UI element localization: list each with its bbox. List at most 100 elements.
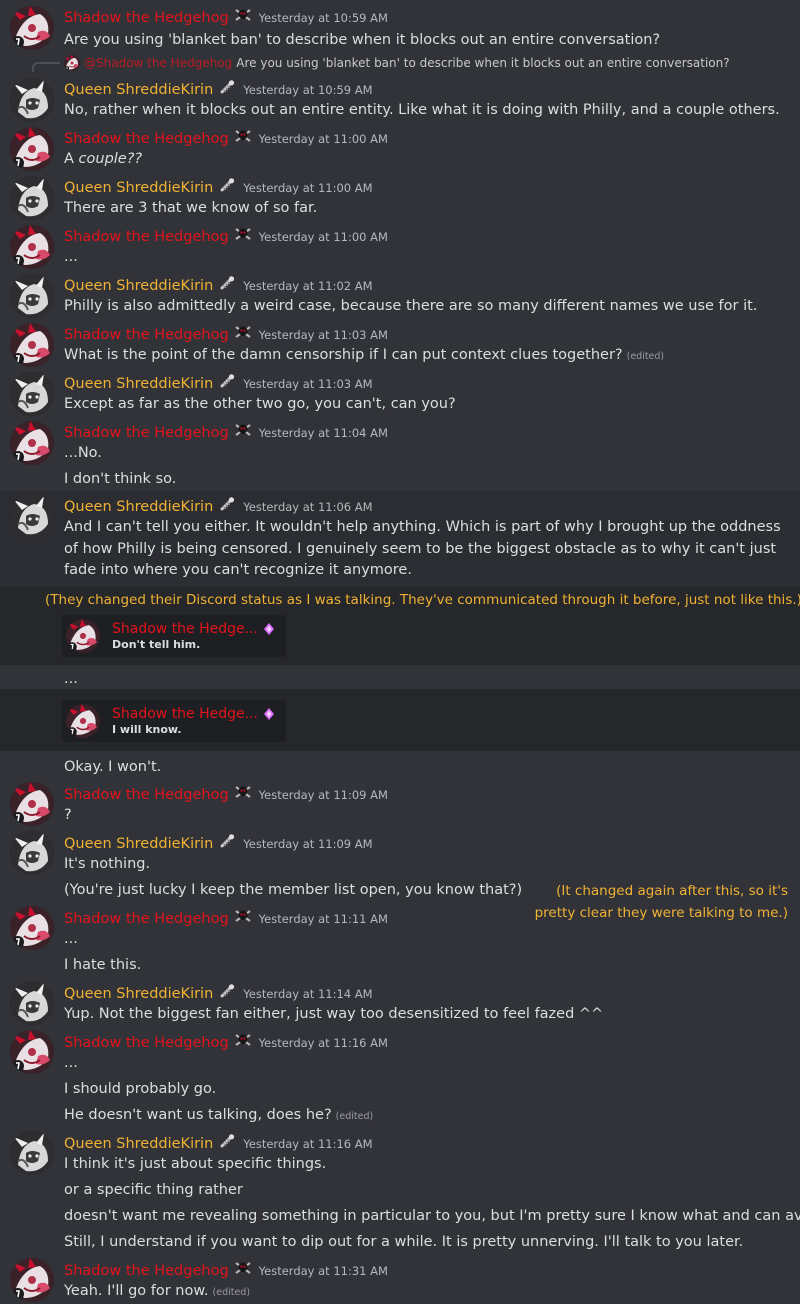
username[interactable]: Queen ShreddieKirin xyxy=(64,278,213,294)
timestamp: Yesterday at 11:06 AM xyxy=(243,500,373,514)
message-header: Shadow the Hedgehog Yesterday at 11:04 A… xyxy=(64,423,388,441)
timestamp: Yesterday at 11:31 AM xyxy=(258,1264,388,1278)
message-header: Queen ShreddieKirin Yesterday at 11:09 A… xyxy=(64,834,373,852)
username[interactable]: Queen ShreddieKirin xyxy=(64,82,213,98)
message-text: I hate this. xyxy=(64,957,142,973)
username[interactable]: Shadow the Hedgehog xyxy=(64,911,229,927)
screw-icon xyxy=(219,1134,235,1148)
message-text: Yeah. I'll go for now. (edited) xyxy=(64,1281,250,1303)
message-text-italic: couple?? xyxy=(78,151,143,167)
message-header: Queen ShreddieKirin Yesterday at 10:59 A… xyxy=(64,80,373,98)
message-text: (You're just lucky I keep the member lis… xyxy=(64,882,523,898)
message-header: Shadow the Hedgehog Yesterday at 11:09 A… xyxy=(64,785,388,803)
reply-avatar xyxy=(64,55,80,71)
username[interactable]: Shadow the Hedgehog xyxy=(64,787,229,803)
message-text: I don't think so. xyxy=(64,471,177,487)
message-text: Are you using 'blanket ban' to describe … xyxy=(64,32,661,48)
avatar[interactable] xyxy=(10,906,54,950)
avatar-image xyxy=(10,6,54,50)
avatar-image xyxy=(10,981,54,1025)
skull-crossbones-icon xyxy=(235,129,251,143)
message-header: Shadow the Hedgehog Yesterday at 11:03 A… xyxy=(64,325,388,343)
username[interactable]: Shadow the Hedgehog xyxy=(64,327,229,343)
timestamp: Yesterday at 11:09 AM xyxy=(243,837,373,851)
screw-icon xyxy=(219,374,235,388)
avatar[interactable] xyxy=(10,225,54,269)
avatar[interactable] xyxy=(10,274,54,318)
avatar[interactable] xyxy=(10,6,54,50)
avatar[interactable] xyxy=(10,1030,54,1074)
skull-crossbones-icon xyxy=(235,785,251,799)
avatar[interactable] xyxy=(10,323,54,367)
avatar[interactable] xyxy=(10,981,54,1025)
status-avatar xyxy=(66,704,100,738)
avatar[interactable] xyxy=(10,831,54,875)
message-text: A couple?? xyxy=(64,149,142,169)
avatar-image xyxy=(10,906,54,950)
avatar-image xyxy=(10,1030,54,1074)
avatar[interactable] xyxy=(10,372,54,416)
timestamp: Yesterday at 11:14 AM xyxy=(243,987,373,1001)
username[interactable]: Shadow the Hedgehog xyxy=(64,425,229,441)
reply-mention[interactable]: @Shadow the Hedgehog xyxy=(84,56,232,70)
username[interactable]: Queen ShreddieKirin xyxy=(64,1136,213,1152)
avatar[interactable] xyxy=(10,1131,54,1175)
message-text: No, rather when it blocks out an entire … xyxy=(64,102,780,118)
message-header: Shadow the Hedgehog Yesterday at 11:11 A… xyxy=(64,909,388,927)
username[interactable]: Shadow the Hedgehog xyxy=(64,1035,229,1051)
username[interactable]: Shadow the Hedgehog xyxy=(64,229,229,245)
screw-icon xyxy=(219,178,235,192)
avatar[interactable] xyxy=(10,78,54,122)
reply-connector xyxy=(32,62,60,72)
avatar[interactable] xyxy=(10,421,54,465)
avatar[interactable] xyxy=(10,782,54,826)
avatar-image xyxy=(10,831,54,875)
reply-preview[interactable]: @Shadow the Hedgehog Are you using 'blan… xyxy=(64,55,730,71)
username[interactable]: Shadow the Hedgehog xyxy=(64,1263,229,1279)
message-header: Queen ShreddieKirin Yesterday at 11:06 A… xyxy=(64,497,373,515)
edited-label: (edited) xyxy=(335,1111,374,1122)
message-header: Queen ShreddieKirin Yesterday at 11:03 A… xyxy=(64,374,373,392)
screw-icon xyxy=(219,276,235,290)
username[interactable]: Shadow the Hedgehog xyxy=(64,131,229,147)
message-header: Shadow the Hedgehog Yesterday at 11:00 A… xyxy=(64,129,388,147)
avatar[interactable] xyxy=(10,494,54,538)
avatar-image xyxy=(10,421,54,465)
status-username: Shadow the Hedge... xyxy=(112,621,274,637)
username[interactable]: Shadow the Hedgehog xyxy=(64,10,229,26)
timestamp: Yesterday at 11:16 AM xyxy=(258,1036,388,1050)
skull-crossbones-icon xyxy=(235,1261,251,1275)
message-text: Okay. I won't. xyxy=(64,759,162,775)
status-card[interactable]: Shadow the Hedge... I will know. xyxy=(62,700,286,742)
screw-icon xyxy=(219,834,235,848)
message-header: Queen ShreddieKirin Yesterday at 11:00 A… xyxy=(64,178,373,196)
message-header: Queen ShreddieKirin Yesterday at 11:02 A… xyxy=(64,276,373,294)
avatar-image xyxy=(10,225,54,269)
message-text: It's nothing. xyxy=(64,856,151,872)
message-text: ... xyxy=(64,249,78,265)
message-header: Queen ShreddieKirin Yesterday at 11:16 A… xyxy=(64,1134,373,1152)
avatar-image xyxy=(10,782,54,826)
timestamp: Yesterday at 11:03 AM xyxy=(243,377,373,391)
gem-icon xyxy=(264,708,274,720)
message-text: Still, I understand if you want to dip o… xyxy=(64,1234,744,1250)
timestamp: Yesterday at 11:04 AM xyxy=(258,426,388,440)
message-text: I think it's just about specific things. xyxy=(64,1156,327,1172)
username[interactable]: Queen ShreddieKirin xyxy=(64,836,213,852)
message-text: or a specific thing rather xyxy=(64,1182,243,1198)
avatar-image xyxy=(10,78,54,122)
status-card[interactable]: Shadow the Hedge... Don't tell him. xyxy=(62,615,286,657)
username[interactable]: Queen ShreddieKirin xyxy=(64,180,213,196)
avatar[interactable] xyxy=(10,1258,54,1302)
message-text: ? xyxy=(64,807,72,823)
skull-crossbones-icon xyxy=(235,909,251,923)
edited-label: (edited) xyxy=(626,351,665,362)
username[interactable]: Queen ShreddieKirin xyxy=(64,499,213,515)
avatar[interactable] xyxy=(10,176,54,220)
username[interactable]: Queen ShreddieKirin xyxy=(64,986,213,1002)
avatar-image xyxy=(10,494,54,538)
avatar[interactable] xyxy=(10,127,54,171)
message-header: Shadow the Hedgehog Yesterday at 11:00 A… xyxy=(64,227,388,245)
username[interactable]: Queen ShreddieKirin xyxy=(64,376,213,392)
screw-icon xyxy=(219,80,235,94)
